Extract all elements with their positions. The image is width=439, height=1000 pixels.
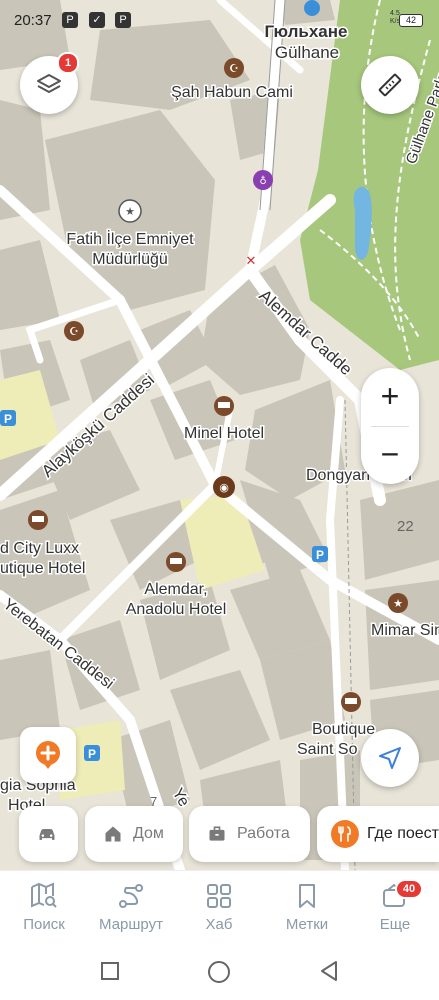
car-icon <box>39 829 55 840</box>
svg-text:P: P <box>316 548 324 562</box>
layers-icon <box>37 74 61 93</box>
battery-level: 42 <box>399 14 423 27</box>
svg-text:♁: ♁ <box>259 175 266 187</box>
status-bar: 20:37 P ✓ P 4.5 K/s 42 <box>0 0 439 38</box>
food-chip[interactable]: Где поест <box>317 806 439 862</box>
crossing-icon: ✕ <box>246 254 257 269</box>
map-screen: ☪ ★ ♁ ✕ ☪ ◉ ★ P P P Гюльхане Gülhane Şah… <box>0 0 439 1000</box>
label-gulhane: Gülhane <box>275 43 339 62</box>
label-mimar: Mimar Sina <box>371 622 439 639</box>
label-boutique-2: Saint So <box>297 741 358 758</box>
home-icon <box>105 826 121 842</box>
home-chip[interactable]: Дом <box>85 806 183 862</box>
check-icon: ✓ <box>89 12 105 28</box>
zoom-control: + − <box>361 368 419 484</box>
tab-search[interactable]: Поиск <box>0 871 88 949</box>
system-navigation-bar <box>0 948 439 1000</box>
tab-hub-label: Хаб <box>205 916 233 933</box>
navigation-arrow-icon <box>379 747 401 769</box>
tab-hub[interactable]: Хаб <box>175 871 263 949</box>
add-place-icon <box>36 741 60 769</box>
label-minel: Minel Hotel <box>184 425 264 442</box>
parking-app-icon: P <box>62 12 78 28</box>
layers-badge: 1 <box>57 52 79 74</box>
map-search-icon <box>31 882 57 908</box>
tab-route-label: Маршрут <box>99 916 163 933</box>
route-icon <box>119 884 143 908</box>
tab-bookmarks[interactable]: Метки <box>263 871 351 949</box>
parking-app-icon: P <box>115 12 131 28</box>
ruler-button[interactable] <box>361 56 419 114</box>
food-chip-label: Где поест <box>366 825 439 842</box>
svg-text:P: P <box>88 747 96 761</box>
svg-text:P: P <box>4 412 12 426</box>
hub-grid-icon <box>207 884 231 908</box>
tab-bookmarks-label: Метки <box>285 916 329 933</box>
svg-text:★: ★ <box>125 205 135 218</box>
svg-text:★: ★ <box>393 597 403 610</box>
tab-more[interactable]: Еще <box>351 871 439 949</box>
label-num-22: 22 <box>397 518 414 535</box>
svg-text:☪: ☪ <box>69 325 79 338</box>
ruler-icon <box>378 73 402 97</box>
zoom-out-button[interactable]: − <box>361 426 419 484</box>
restaurant-icon <box>331 820 359 848</box>
more-badge: 40 <box>395 879 423 899</box>
label-luxx-2: utique Hotel <box>0 560 85 577</box>
status-time: 20:37 <box>14 12 52 29</box>
zoom-in-button[interactable]: + <box>361 368 419 426</box>
bookmarks-icon <box>299 884 315 908</box>
tab-search-label: Поиск <box>23 916 65 933</box>
label-alemdar-h2: Anadolu Hotel <box>126 601 227 618</box>
work-chip[interactable]: Работа <box>189 806 310 862</box>
home-nav-icon[interactable] <box>207 960 231 984</box>
work-chip-label: Работа <box>237 825 290 842</box>
label-luxx-1: d City Luxx <box>0 540 79 557</box>
svg-text:☪: ☪ <box>229 62 239 75</box>
tab-more-label: Еще <box>379 916 411 933</box>
label-alemdar-h1: Alemdar, <box>144 581 207 598</box>
label-boutique-1: Boutique <box>312 721 375 738</box>
briefcase-icon <box>209 826 225 841</box>
label-fatih-2: Müdürlüğü <box>92 251 168 268</box>
recents-icon[interactable] <box>100 961 120 981</box>
label-fatih-1: Fatih İlçe Emniyet <box>66 229 194 248</box>
bottom-navigation: Поиск Маршрут Хаб Метки Еще 40 <box>0 870 439 948</box>
back-icon[interactable] <box>318 960 340 982</box>
my-location-button[interactable] <box>361 729 419 787</box>
home-chip-label: Дом <box>133 825 164 842</box>
svg-text:◉: ◉ <box>219 481 229 494</box>
label-sah-habun: Şah Habun Cami <box>171 84 293 101</box>
tab-route[interactable]: Маршрут <box>87 871 175 949</box>
add-place-button[interactable] <box>20 727 76 783</box>
car-chip[interactable] <box>19 806 78 862</box>
